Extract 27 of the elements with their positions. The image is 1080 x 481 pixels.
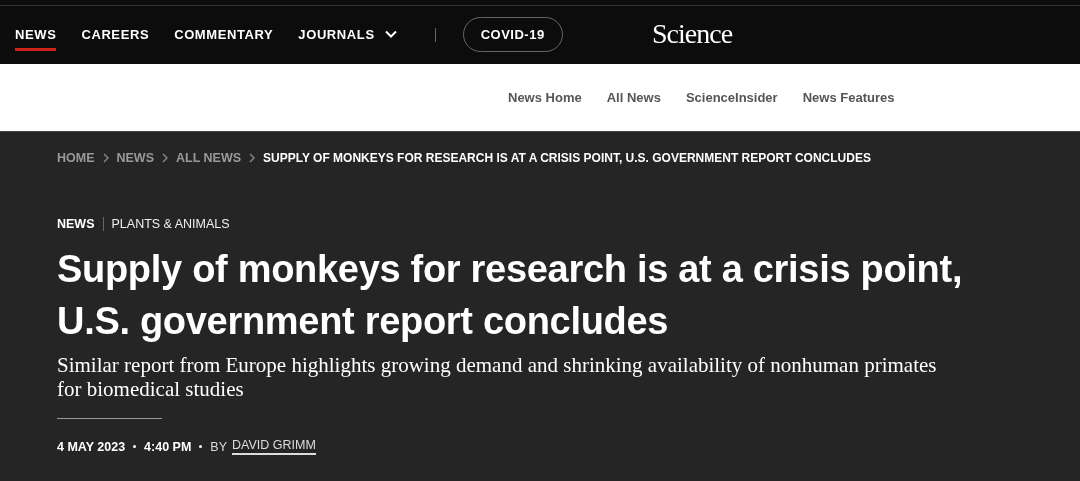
chevron-right-icon — [249, 153, 256, 163]
section-link[interactable]: NEWS — [57, 217, 95, 231]
science-logo[interactable]: Science — [652, 18, 733, 50]
chevron-down-icon — [384, 30, 397, 38]
author-link[interactable]: DAVID GRIMM — [232, 438, 316, 455]
article-date: 4 MAY 2023 — [57, 439, 126, 454]
nav-link[interactable]: CAREERS — [81, 18, 150, 51]
article-subtitle: Similar report from Europe highlights growing demand and shrinking availability of nonhuman primates for biomedical studies — [57, 353, 938, 401]
chevron-right-icon — [162, 153, 168, 163]
separator-dot — [199, 445, 203, 448]
breadcrumb-link[interactable]: HOME — [57, 151, 95, 165]
article-headline: Supply of monkeys for research is at a crisis point, U.S. government report concludes — [57, 247, 964, 344]
sub-nav-link[interactable]: News Home — [508, 90, 582, 105]
breadcrumb-link[interactable]: ALL NEWS — [176, 151, 242, 165]
nav-link[interactable]: NEWS — [15, 18, 57, 51]
topic-link[interactable]: PLANTS & ANIMALS — [111, 217, 230, 231]
breadcrumb-current: SUPPLY OF MONKEYS FOR RESEARCH IS AT A CRISIS POINT, U.S. GOVERNMENT REPORT CONCLUDES — [263, 151, 871, 165]
sub-nav-link[interactable]: All News — [606, 90, 661, 105]
article-time: 4:40 PM — [144, 439, 192, 454]
byline-label: BY — [210, 439, 228, 454]
separator-dot — [133, 445, 137, 448]
breadcrumb-link[interactable]: NEWS — [116, 151, 154, 165]
nav-link[interactable]: COMMENTARY — [174, 18, 274, 51]
sub-nav-link[interactable]: News Features — [802, 90, 895, 105]
sub-nav-link[interactable]: ScienceInsider — [685, 90, 778, 105]
chevron-right-icon — [102, 153, 109, 163]
nav-dropdown[interactable]: JOURNALS — [298, 18, 397, 51]
